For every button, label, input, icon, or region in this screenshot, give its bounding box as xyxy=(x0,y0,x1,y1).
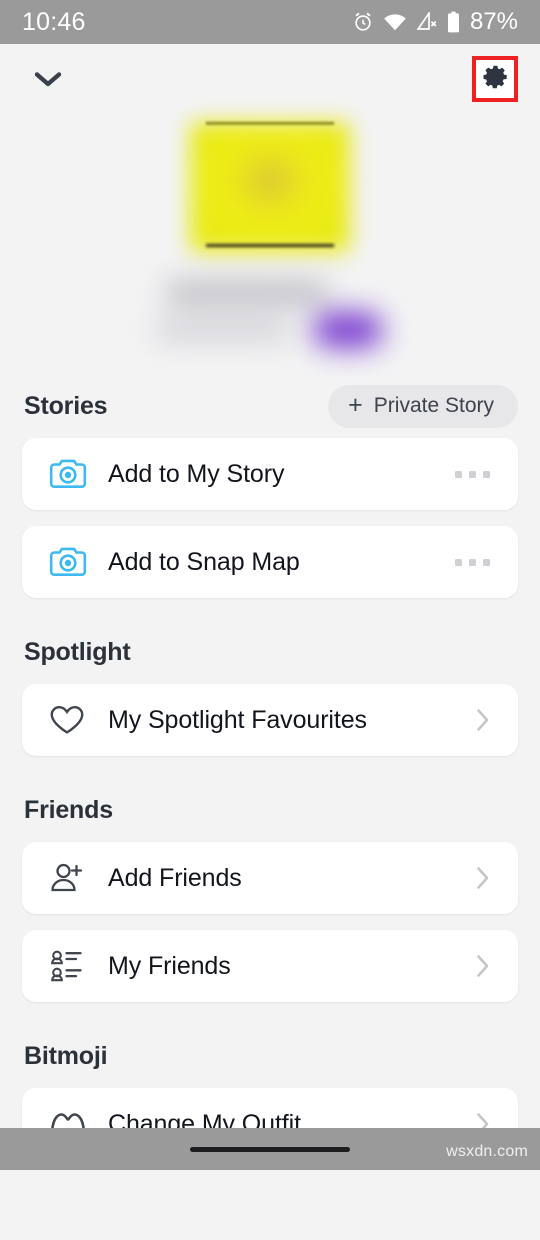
section-header-friends: Friends xyxy=(0,786,540,834)
chevron-down-icon[interactable] xyxy=(28,59,68,99)
list-item-label: Add to Snap Map xyxy=(108,547,300,576)
list-item-label: Add to My Story xyxy=(108,459,285,488)
friends-list-icon xyxy=(48,948,92,984)
list-item-add-to-my-story[interactable]: Add to My Story xyxy=(22,438,518,510)
chevron-right-icon xyxy=(470,707,496,733)
status-icons: 87% xyxy=(352,8,518,36)
add-private-story-label: Private Story xyxy=(373,394,494,417)
profile-header[interactable] xyxy=(0,114,540,382)
camera-icon xyxy=(48,544,92,580)
section-title: Bitmoji xyxy=(24,1041,108,1070)
list-item-my-friends[interactable]: My Friends xyxy=(22,930,518,1002)
list-item-label: Add Friends xyxy=(108,863,242,892)
battery-icon xyxy=(447,11,460,33)
battery-percent: 87% xyxy=(469,8,518,35)
section-header-bitmoji: Bitmoji xyxy=(0,1032,540,1080)
plus-icon: + xyxy=(348,390,363,419)
list-item-label: My Spotlight Favourites xyxy=(108,705,367,734)
more-options-icon[interactable] xyxy=(455,558,496,566)
settings-list[interactable]: Stories + Private Story Add to My Story … xyxy=(0,382,540,1240)
section-header-spotlight: Spotlight xyxy=(0,628,540,676)
section-header-stories: Stories + Private Story xyxy=(0,382,540,430)
watermark: wsxdn.com xyxy=(446,1143,528,1160)
camera-icon xyxy=(48,456,92,492)
chevron-right-icon xyxy=(470,865,496,891)
settings-button[interactable] xyxy=(472,56,518,102)
system-navigation-bar: wsxdn.com xyxy=(0,1128,540,1170)
top-bar xyxy=(0,44,540,114)
section-title: Friends xyxy=(24,795,113,824)
add-private-story-button[interactable]: + Private Story xyxy=(328,384,518,428)
avatar[interactable] xyxy=(190,122,350,252)
profile-badge[interactable] xyxy=(313,312,383,348)
username xyxy=(157,320,289,340)
display-name xyxy=(167,282,327,304)
list-item-add-friends[interactable]: Add Friends xyxy=(22,842,518,914)
profile-name-block xyxy=(145,272,395,360)
alarm-icon xyxy=(352,11,374,33)
home-indicator[interactable] xyxy=(190,1146,350,1152)
section-title: Stories xyxy=(24,391,108,420)
heart-icon xyxy=(48,703,92,737)
chevron-right-icon xyxy=(470,953,496,979)
list-item-my-spotlight-favourites[interactable]: My Spotlight Favourites xyxy=(22,684,518,756)
list-item-label: My Friends xyxy=(108,951,231,980)
status-time: 10:46 xyxy=(22,7,86,36)
section-title: Spotlight xyxy=(24,637,131,666)
status-bar: 10:46 87% xyxy=(0,0,540,44)
more-options-icon[interactable] xyxy=(455,470,496,478)
gear-icon xyxy=(480,62,510,97)
person-add-icon xyxy=(48,860,92,896)
avatar-edge-bottom xyxy=(206,244,334,247)
list-item-add-to-snap-map[interactable]: Add to Snap Map xyxy=(22,526,518,598)
cellular-no-signal-icon xyxy=(416,12,438,32)
wifi-icon xyxy=(383,12,407,32)
